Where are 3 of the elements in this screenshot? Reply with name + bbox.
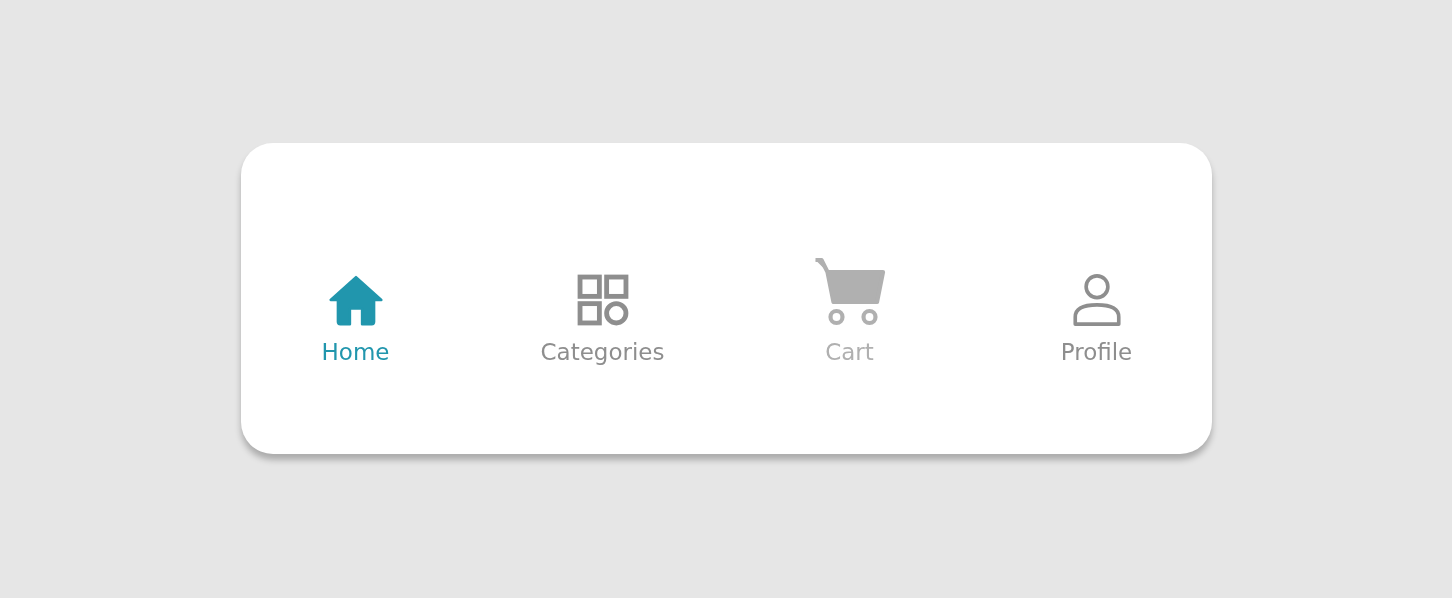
tab[interactable]: Home xyxy=(232,233,479,364)
tab[interactable]: Categories xyxy=(479,233,726,364)
tab[interactable]: Profile xyxy=(973,233,1220,364)
